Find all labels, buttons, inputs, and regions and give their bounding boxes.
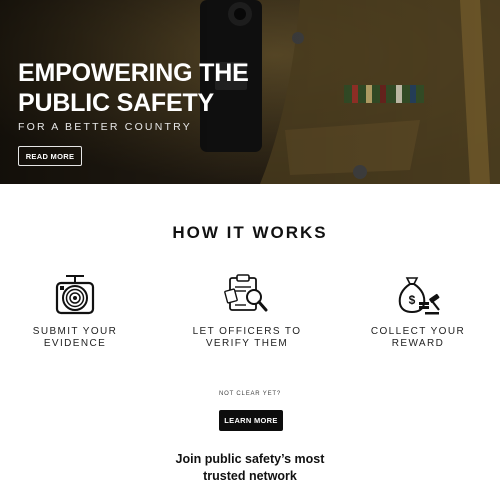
step-reward: $ COLLECT YOUR REWARD [343, 272, 493, 350]
join-heading: Join public safety’s most trusted networ… [0, 451, 500, 485]
step-label: SUBMIT YOUR EVIDENCE [0, 326, 150, 350]
hero-banner: EMPOWERING THE PUBLIC SAFETY FOR A BETTE… [0, 0, 500, 184]
step-label-line2: EVIDENCE [43, 338, 107, 349]
step-verify: LET OFFICERS TO VERIFY THEM [172, 272, 322, 350]
step-label: COLLECT YOUR REWARD [343, 326, 493, 350]
hero-title-line2: PUBLIC SAFETY [18, 89, 215, 117]
read-more-button[interactable]: READ MORE [18, 146, 82, 166]
hero-subtitle: FOR A BETTER COUNTRY [18, 121, 192, 133]
step-label-line1: LET OFFICERS TO [192, 326, 302, 337]
hero-title-line1: EMPOWERING THE [18, 59, 249, 87]
how-it-works-title: HOW IT WORKS [172, 223, 328, 242]
step-label-line1: COLLECT YOUR [370, 326, 466, 337]
step-label: LET OFFICERS TO VERIFY THEM [172, 326, 322, 350]
join-heading-line2: trusted network [203, 469, 297, 483]
camera-lens-icon [55, 275, 95, 315]
learn-more-button[interactable]: LEARN MORE [219, 410, 283, 431]
money-bag-gavel-icon: $ [398, 277, 440, 315]
clipboard-magnifier-icon [224, 274, 268, 312]
hero-title: EMPOWERING THE PUBLIC SAFETY [18, 58, 318, 118]
step-label-line2: VERIFY THEM [205, 338, 289, 349]
join-heading-line1: Join public safety’s most [175, 452, 325, 466]
step-submit-evidence: SUBMIT YOUR EVIDENCE [0, 272, 150, 350]
step-label-line1: SUBMIT YOUR [32, 326, 118, 337]
svg-text:$: $ [409, 293, 416, 307]
step-label-line2: REWARD [391, 338, 445, 349]
not-clear-prompt: NOT CLEAR YET? [219, 391, 281, 397]
